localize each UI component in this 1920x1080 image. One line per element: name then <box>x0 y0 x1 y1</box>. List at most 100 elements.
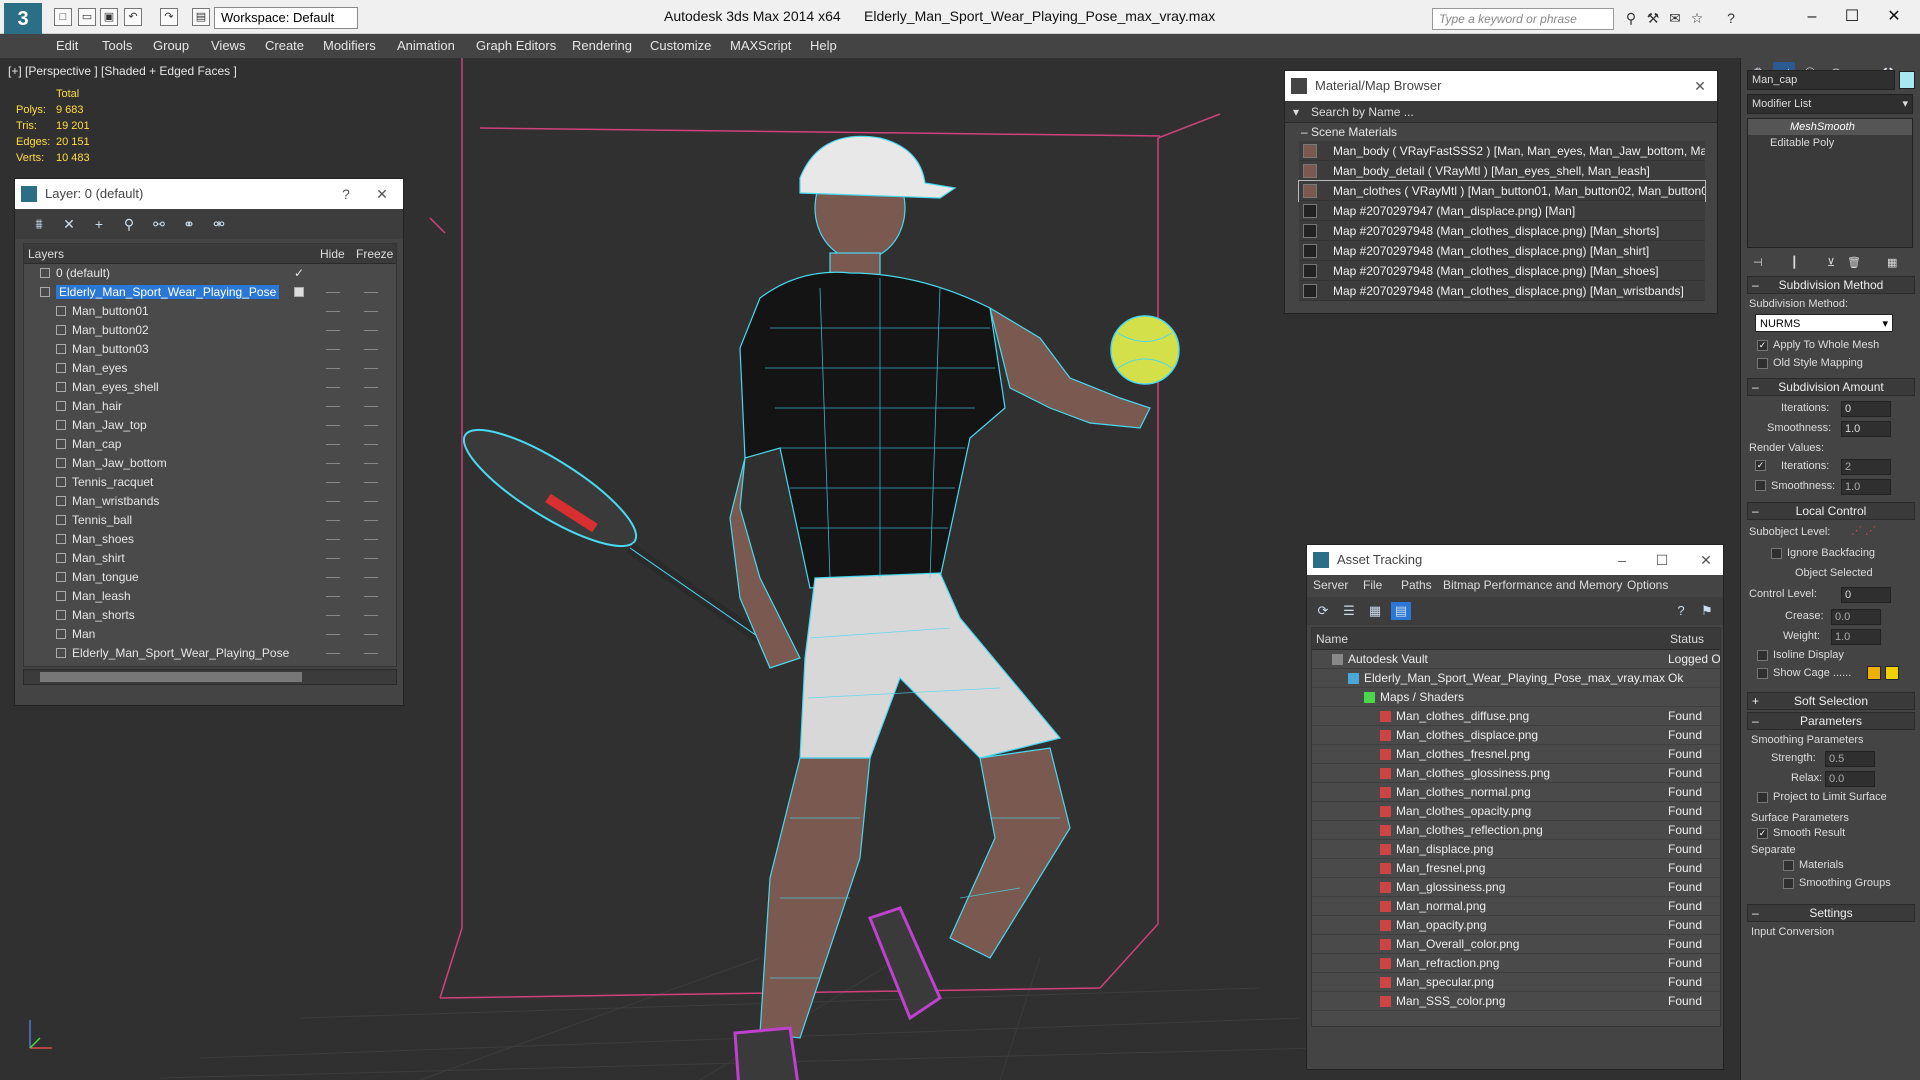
hide-toggle[interactable] <box>326 577 340 578</box>
hide-toggle[interactable] <box>326 406 340 407</box>
asset-tracking-title[interactable]: Asset Tracking – ☐ ✕ <box>1307 545 1723 575</box>
viewport-label[interactable]: [+] [Perspective ] [Shaded + Edged Faces… <box>8 64 237 78</box>
menu-graph-editors[interactable]: Graph Editors <box>476 34 556 58</box>
layer-row[interactable]: Tennis_racquet <box>24 473 396 492</box>
rollout-subdivision-method[interactable]: – Subdivision Method <box>1747 276 1915 294</box>
hide-toggle[interactable] <box>326 596 340 597</box>
apply-whole-mesh-checkbox[interactable]: ✓ <box>1757 340 1768 351</box>
render-iterations-checkbox[interactable]: ✓ <box>1755 460 1766 471</box>
binoculars-icon[interactable]: ⚲ <box>1622 9 1640 27</box>
hide-toggle[interactable] <box>326 387 340 388</box>
asset-row[interactable]: Man_clothes_glossiness.png Found <box>1312 764 1720 783</box>
hide-toggle[interactable] <box>326 615 340 616</box>
menu-modifiers[interactable]: Modifiers <box>323 34 376 58</box>
configure-sets-icon[interactable]: ▦ <box>1887 256 1897 269</box>
hide-toggle[interactable] <box>326 558 340 559</box>
asset-row[interactable]: Man_clothes_reflection.png Found <box>1312 821 1720 840</box>
hide-toggle[interactable] <box>326 425 340 426</box>
hide-toggle[interactable] <box>326 539 340 540</box>
open-file-icon[interactable]: ▭ <box>78 8 96 26</box>
freeze-toggle[interactable] <box>364 539 378 540</box>
menu-customize[interactable]: Customize <box>650 34 711 58</box>
freeze-toggle[interactable] <box>364 463 378 464</box>
menu-animation[interactable]: Animation <box>397 34 455 58</box>
separate-smoothing-groups-checkbox[interactable] <box>1783 878 1794 889</box>
freeze-toggle[interactable] <box>364 444 378 445</box>
delete-layer-icon[interactable]: ✕ <box>59 215 79 233</box>
asset-row[interactable]: Autodesk Vault Logged O <box>1312 650 1720 669</box>
freeze-toggle[interactable] <box>364 292 378 293</box>
ignore-backfacing-checkbox[interactable] <box>1771 548 1782 559</box>
smoothness-spinner[interactable]: 1.0 <box>1841 421 1891 437</box>
old-style-mapping-checkbox[interactable] <box>1757 358 1768 369</box>
project-folder-icon[interactable]: ▤ <box>192 8 210 26</box>
stack-item-editable-poly[interactable]: Editable Poly <box>1748 135 1912 151</box>
close-icon[interactable]: ✕ <box>367 179 397 209</box>
render-iterations-spinner[interactable]: 2 <box>1841 459 1891 475</box>
object-name-input[interactable]: Man_cap <box>1747 70 1895 90</box>
asset-row[interactable]: Man_refraction.png Found <box>1312 954 1720 973</box>
freeze-toggle[interactable] <box>364 653 378 654</box>
help-icon[interactable]: ? <box>331 179 361 209</box>
app-logo-icon[interactable]: 3 <box>4 3 42 37</box>
layer-row[interactable]: Man_eyes <box>24 359 396 378</box>
material-browser-title[interactable]: Material/Map Browser ✕ <box>1285 71 1717 101</box>
layer-row[interactable]: Man_Jaw_top <box>24 416 396 435</box>
col-name[interactable]: Name <box>1316 632 1348 646</box>
material-row[interactable]: Map #2070297947 (Man_displace.png) [Man] <box>1299 201 1705 221</box>
layer-row[interactable]: Man_wristbands <box>24 492 396 511</box>
communication-icon[interactable]: ✉ <box>1666 9 1684 27</box>
iterations-spinner[interactable]: 0 <box>1841 401 1891 417</box>
layer-row[interactable]: Man_button02 <box>24 321 396 340</box>
help-icon[interactable]: ? <box>1671 602 1691 620</box>
close-icon[interactable]: ✕ <box>1874 4 1914 30</box>
layer-row[interactable]: Elderly_Man_Sport_Wear_Playing_Pose <box>24 644 396 663</box>
smooth-result-checkbox[interactable]: ✓ <box>1757 828 1768 839</box>
material-row[interactable]: Map #2070297948 (Man_clothes_displace.pn… <box>1299 241 1705 261</box>
material-row[interactable]: Man_body ( VRayFastSSS2 ) [Man, Man_eyes… <box>1299 141 1705 161</box>
hide-toggle[interactable] <box>326 501 340 502</box>
layer-row[interactable]: Man_button03 <box>24 340 396 359</box>
col-status[interactable]: Status <box>1670 632 1704 646</box>
freeze-toggle[interactable] <box>364 482 378 483</box>
asset-row[interactable]: Man_normal.png Found <box>1312 897 1720 916</box>
layer-row[interactable]: 0 (default) ✓ <box>24 264 396 283</box>
asset-row[interactable]: Man_clothes_diffuse.png Found <box>1312 707 1720 726</box>
asset-row[interactable]: Man_displace.png Found <box>1312 840 1720 859</box>
layer-row[interactable]: Man <box>24 625 396 644</box>
stack-item-meshsmooth[interactable]: MeshSmooth <box>1748 119 1912 135</box>
list-view-icon[interactable]: ☰ <box>1339 602 1359 620</box>
asset-row[interactable]: Man_opacity.png Found <box>1312 916 1720 935</box>
layer-row[interactable]: Man_Jaw_bottom <box>24 454 396 473</box>
layer-panel-title[interactable]: Layer: 0 (default) ? ✕ <box>15 179 403 209</box>
help-icon[interactable]: ? <box>1722 9 1740 27</box>
menu-file[interactable]: File <box>1363 578 1382 592</box>
freeze-toggle[interactable] <box>364 387 378 388</box>
layer-scrollbar[interactable] <box>23 669 397 685</box>
asset-row[interactable]: Man_clothes_opacity.png Found <box>1312 802 1720 821</box>
close-icon[interactable]: ✕ <box>1685 71 1715 101</box>
redo-icon[interactable]: ↷ <box>160 8 178 26</box>
control-level-spinner[interactable]: 0 <box>1841 587 1891 603</box>
set-current-layer-icon[interactable] <box>294 287 304 297</box>
pin-stack-icon[interactable]: ⊣ <box>1753 256 1763 269</box>
rollout-local-control[interactable]: – Local Control <box>1747 502 1915 520</box>
create-layer-icon[interactable]: ⩩ <box>29 215 49 233</box>
asset-row[interactable]: Man_clothes_displace.png Found <box>1312 726 1720 745</box>
hide-toggle[interactable] <box>326 653 340 654</box>
hide-toggle[interactable] <box>326 482 340 483</box>
new-file-icon[interactable]: □ <box>54 8 72 26</box>
layer-row[interactable]: Man_leash <box>24 587 396 606</box>
menu-help[interactable]: Help <box>810 34 837 58</box>
isoline-display-checkbox[interactable] <box>1757 650 1768 661</box>
show-cage-checkbox[interactable] <box>1757 668 1768 679</box>
asset-row[interactable]: Maps / Shaders <box>1312 688 1720 707</box>
col-hide[interactable]: Hide <box>320 247 345 261</box>
close-icon[interactable]: ✕ <box>1691 545 1721 575</box>
hide-toggle[interactable] <box>326 634 340 635</box>
layer-row[interactable]: Tennis_ball <box>24 511 396 530</box>
material-row[interactable]: Map #2070297948 (Man_clothes_displace.pn… <box>1299 261 1705 281</box>
freeze-all-icon[interactable]: ⚮ <box>209 215 229 233</box>
freeze-toggle[interactable] <box>364 520 378 521</box>
menu-tools[interactable]: Tools <box>102 34 132 58</box>
